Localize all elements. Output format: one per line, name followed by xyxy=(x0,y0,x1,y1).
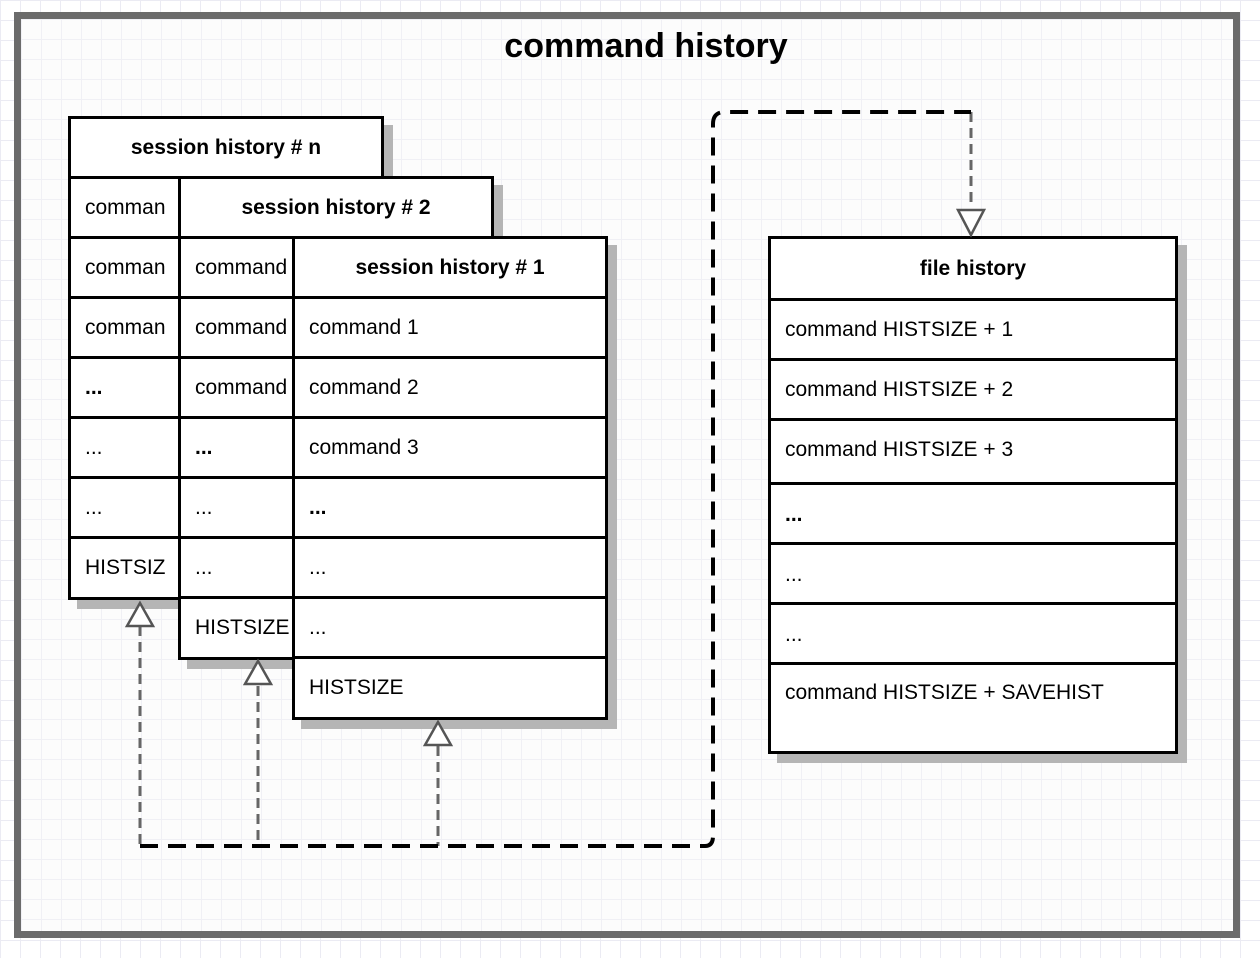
connector-path xyxy=(140,110,971,848)
connector-layer xyxy=(124,110,987,848)
arrowhead-up-icon xyxy=(124,600,156,628)
arrowhead-up-icon xyxy=(422,719,454,747)
arrowhead-down-icon xyxy=(955,208,987,238)
arrowhead-up-icon xyxy=(242,658,274,686)
